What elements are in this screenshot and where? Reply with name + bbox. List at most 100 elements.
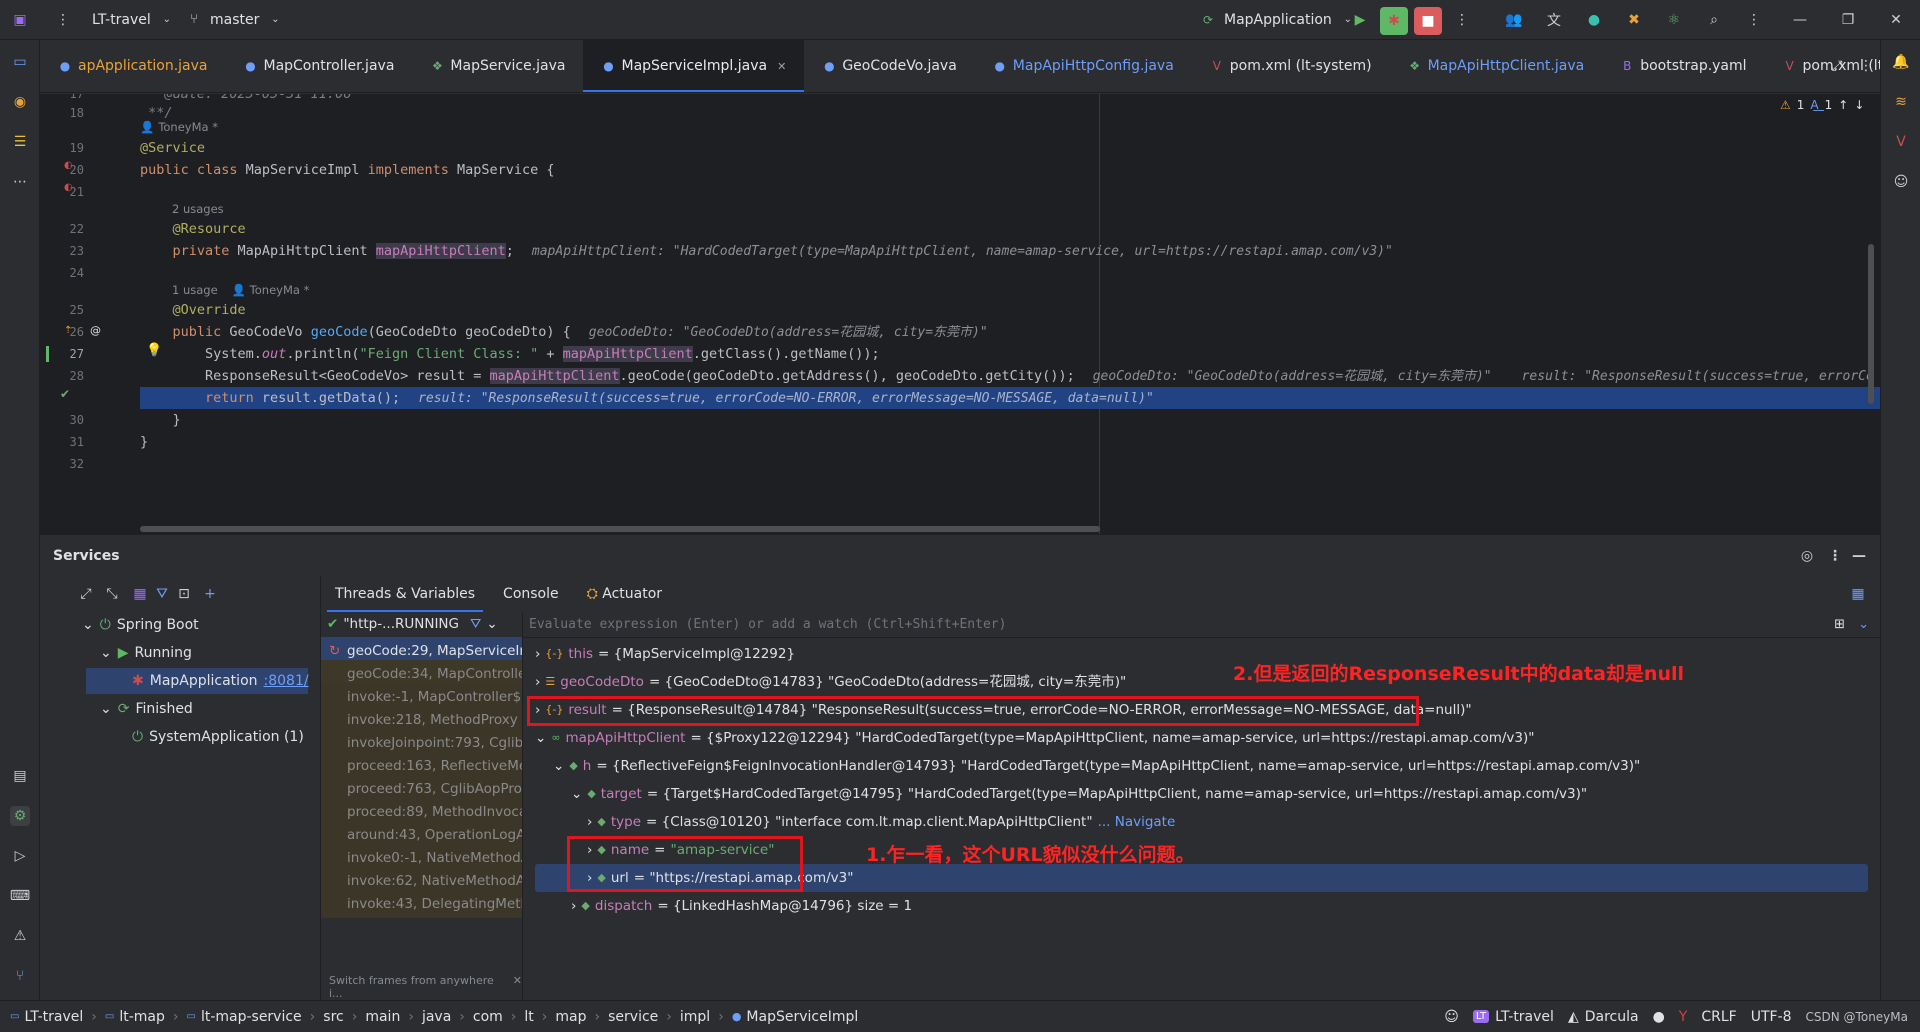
hide-panel-icon[interactable]: — [1849,546,1869,566]
collapse-all-icon[interactable]: ⤡ [102,584,122,604]
code-editor[interactable]: ⚠ 1 A͟ 1 ↑ ↓ 17 18 19 20 21 22 23 24 25 26 … [40,94,1880,534]
port-link[interactable]: :8081/ [264,668,309,694]
tab-options-icon[interactable]: ⋮ [1856,56,1876,76]
tab-console[interactable]: Console [489,576,573,612]
breadcrumb-item[interactable]: main [365,1009,400,1025]
tree-node-spring-boot[interactable]: ⌄ ⏻ Spring Boot [82,612,199,638]
project-tool-icon[interactable]: ▭ [10,52,30,72]
breadcrumb-item[interactable]: ▭ LT-travel [10,1009,83,1025]
breadcrumb-item[interactable]: impl [680,1009,710,1025]
tab-pom-lt-system[interactable]: Vpom.xml (lt-system) [1192,40,1390,92]
maven-icon[interactable]: V [1891,132,1911,152]
run-icon[interactable]: ▶ [1350,10,1370,30]
restore-icon[interactable]: ❐ [1838,10,1858,30]
usages-hint[interactable]: 2 usages [172,202,224,216]
close-icon[interactable]: ✕ [513,974,522,1000]
add-service-icon[interactable]: + [200,584,220,604]
tab-mapcontroller[interactable]: ● MapController.java [225,40,412,92]
add-watch-icon[interactable]: ⊞ [1834,617,1845,632]
tree-node-running[interactable]: ⌄ ▶ Running [100,640,192,666]
stack-frame[interactable]: invoke:43, DelegatingMetho [321,890,522,918]
usages-hint[interactable]: 1 usage 👤 ToneyMa * [172,283,309,297]
tab-mapservice[interactable]: ❖ MapService.java [412,40,583,92]
evaluate-expression-bar[interactable]: Evaluate expression (Enter) or add a wat… [523,612,1881,638]
tree-node-mapapplication[interactable]: ✱ MapApplication:8081/ [86,668,309,694]
branch-selector[interactable]: ⑂ master ⌄ [184,10,285,30]
plugin-icon[interactable]: Y [1679,1009,1688,1025]
search-icon[interactable]: ⌕ [1704,10,1724,30]
database-tool-icon[interactable]: ▤ [10,766,30,786]
open-in-tab-icon[interactable]: ⊡ [174,584,194,604]
expand-all-icon[interactable]: ⤢ [76,584,96,604]
chevron-down-icon[interactable]: ⌄ [486,616,497,632]
mapping-icon[interactable]: @ [90,324,101,337]
variable-type[interactable]: › ◆ type = {Class@10120} "interface com.lt.… [587,808,1175,836]
code-with-me-icon[interactable]: 👥 [1504,10,1524,30]
variable-mapapihttpclient[interactable]: ⌄ ∞ mapApiHttpClient = {$Proxy122@12294} "H… [535,724,1534,752]
vertical-scrollbar[interactable] [1868,244,1874,404]
breadcrumb-item[interactable]: com [473,1009,503,1025]
variable-dispatch[interactable]: › ◆ dispatch = {LinkedHashMap@14796} size =… [571,892,912,920]
breadcrumb-item[interactable]: ▭ lt-map [105,1009,165,1025]
close-tab-icon[interactable]: ✕ [777,60,786,73]
variable-target[interactable]: ⌄ ◆ target = {Target$HardCodedTarget@14795}… [571,780,1587,808]
terminal-tool-icon[interactable]: ⌨ [10,886,30,906]
minimize-icon[interactable]: — [1790,10,1810,30]
project-widget[interactable]: LT LT-travel [1472,1009,1554,1025]
settings-icon[interactable]: ◎ [1797,546,1817,566]
settings-icon[interactable]: ⋮ [1744,10,1764,30]
build-tools-icon[interactable]: ✖ [1624,10,1644,30]
tab-apapplication[interactable]: ● apApplication.java [40,40,225,92]
bean-icon[interactable]: ◐ [64,182,73,193]
react-icon[interactable]: ⚛ [1664,10,1684,30]
copilot-icon[interactable]: ☺ [1891,172,1911,192]
plugin-status-icon[interactable]: ● [1584,10,1604,30]
tree-node-systemapplication[interactable]: ⏻ SystemApplication (1) [132,724,304,750]
author-hint[interactable]: 👤 ToneyMa * [140,120,218,134]
database-icon[interactable]: ≋ [1891,92,1911,112]
thread-selector[interactable]: ✔ "http-...RUNNING ⛛ ⌄ [321,612,522,636]
structure-tool-icon[interactable]: ☰ [10,132,30,152]
file-encoding[interactable]: UTF-8 [1751,1009,1792,1025]
stop-icon[interactable]: ■ [1414,7,1442,35]
tab-geocodevo[interactable]: ● GeoCodeVo.java [804,40,974,92]
expand-editor-icon[interactable]: ⤢ [1827,56,1847,76]
services-tool-icon[interactable]: ⚙ [10,806,30,826]
breakpoint-hit-icon[interactable]: ✔ [60,387,70,401]
filter-icon[interactable]: ⛛ [152,584,172,604]
tree-node-finished[interactable]: ⌄ ⟳ Finished [100,696,193,722]
run-config-selector[interactable]: ⟳ MapApplication ⌄ [1198,10,1358,30]
app-logo-icon[interactable]: ▣ [10,10,30,30]
breadcrumb-item[interactable]: ● MapServiceImpl [732,1009,858,1025]
run-tool-icon[interactable]: ▷ [10,846,30,866]
override-icon[interactable]: ⇡ [64,325,72,336]
breadcrumb-item[interactable]: ▭ lt-map-service [186,1009,301,1025]
layout-icon[interactable]: ▦ [1848,584,1868,604]
evaluate-input[interactable]: Evaluate expression (Enter) or add a wat… [529,617,1006,632]
tab-actuator[interactable]: ⛭ Actuator [573,576,676,612]
navigate-link[interactable]: ... Navigate [1098,808,1176,836]
more-tools-icon[interactable]: ⋯ [10,172,30,192]
more-actions-icon[interactable]: ⋮ [1452,10,1472,30]
variable-geocodedto[interactable]: › ☰ geoCodeDto = {GeoCodeDto@14783} "GeoCod… [535,668,1126,696]
status-dot-icon[interactable]: ● [1653,1009,1665,1025]
breadcrumb-item[interactable]: lt [524,1009,533,1025]
git-tool-icon[interactable]: ⑂ [10,966,30,986]
project-selector[interactable]: LT-travel ⌄ [92,10,177,30]
breadcrumb-item[interactable]: map [555,1009,586,1025]
breadcrumb-item[interactable]: java [422,1009,451,1025]
horizontal-scrollbar[interactable] [140,526,1100,532]
variable-this[interactable]: › {-} this = {MapServiceImpl@12292} [535,640,795,668]
breadcrumb-item[interactable]: service [608,1009,658,1025]
copilot-status-icon[interactable]: ☺ [1444,1009,1459,1025]
problems-tool-icon[interactable]: ⚠ [10,926,30,946]
filter-icon[interactable]: ⛛ [470,616,481,632]
tab-bootstrap-yaml[interactable]: Bbootstrap.yaml [1602,40,1764,92]
tab-threads-variables[interactable]: Threads & Variables [321,576,489,612]
main-menu-icon[interactable]: ⋮ [53,10,73,30]
options-icon[interactable]: ⋮ [1825,546,1845,566]
group-by-icon[interactable]: ▦ [130,584,150,604]
tab-mapapihttpclient[interactable]: ❖ MapApiHttpClient.java [1390,40,1603,92]
tab-mapapihttpconfig[interactable]: ● MapApiHttpConfig.java [975,40,1192,92]
notifications-icon[interactable]: 🔔 [1891,52,1911,72]
